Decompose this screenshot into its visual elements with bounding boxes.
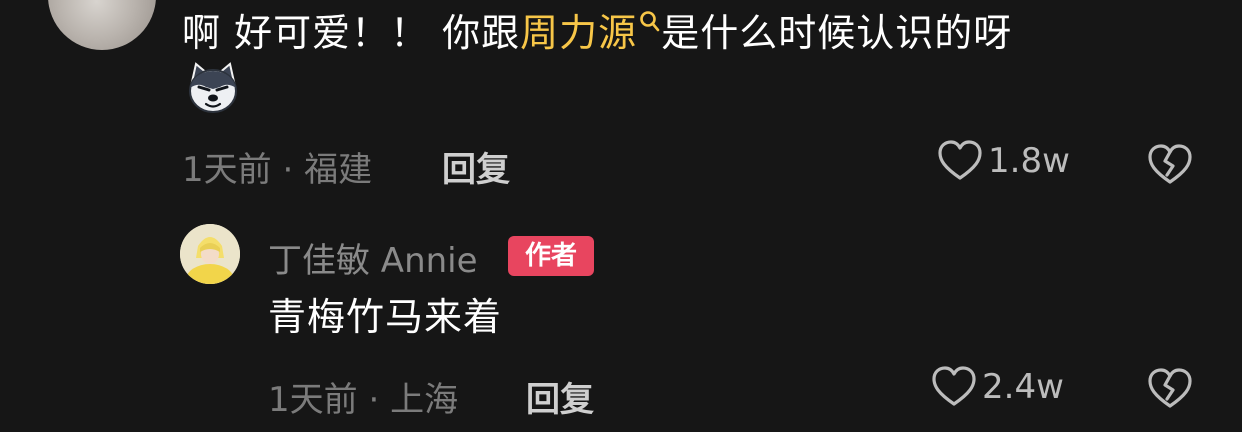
comment-text-after: 是什么时候认识的呀 (661, 11, 1013, 55)
comment-time: 1天前 (182, 150, 272, 190)
author-avatar[interactable] (180, 224, 240, 284)
like-count: 2.4w (982, 367, 1064, 407)
like-button[interactable]: 2.4w (932, 366, 1064, 408)
search-icon (640, 11, 660, 32)
commenter-avatar[interactable] (48, 0, 156, 50)
heart-outline-icon (938, 140, 982, 180)
like-button[interactable]: 1.8w (938, 140, 1070, 182)
reply-location: 上海 (390, 380, 459, 420)
broken-heart-icon[interactable] (1148, 144, 1192, 186)
comment-location: 福建 (304, 150, 373, 190)
meta-separator: · (282, 150, 294, 190)
author-username[interactable]: 丁佳敏 Annie (268, 233, 478, 282)
reply-text: 青梅竹马来着 (268, 295, 503, 339)
reply-meta: 1天前 · 上海 (268, 372, 458, 421)
topic-link[interactable]: 周力源 (520, 11, 661, 55)
comment-meta: 1天前 · 福建 (182, 142, 372, 191)
reply-time: 1天前 (268, 380, 358, 420)
like-count: 1.8w (988, 141, 1070, 181)
heart-outline-icon (932, 366, 976, 406)
topic-link-label: 周力源 (520, 11, 638, 55)
reply-button[interactable]: 回复 (526, 372, 594, 421)
dog-emoji-icon (189, 62, 237, 113)
broken-heart-icon[interactable] (1148, 368, 1192, 410)
comment-text-before: 啊 好可爱！！ 你跟 (182, 11, 521, 55)
comment-text: 啊 好可爱！！ 你跟周力源 是什么时候认识的呀 (182, 8, 1012, 58)
meta-separator: · (368, 380, 380, 420)
author-avatar-image (180, 224, 240, 284)
author-badge: 作者 (508, 236, 594, 276)
reply-button[interactable]: 回复 (442, 142, 510, 191)
